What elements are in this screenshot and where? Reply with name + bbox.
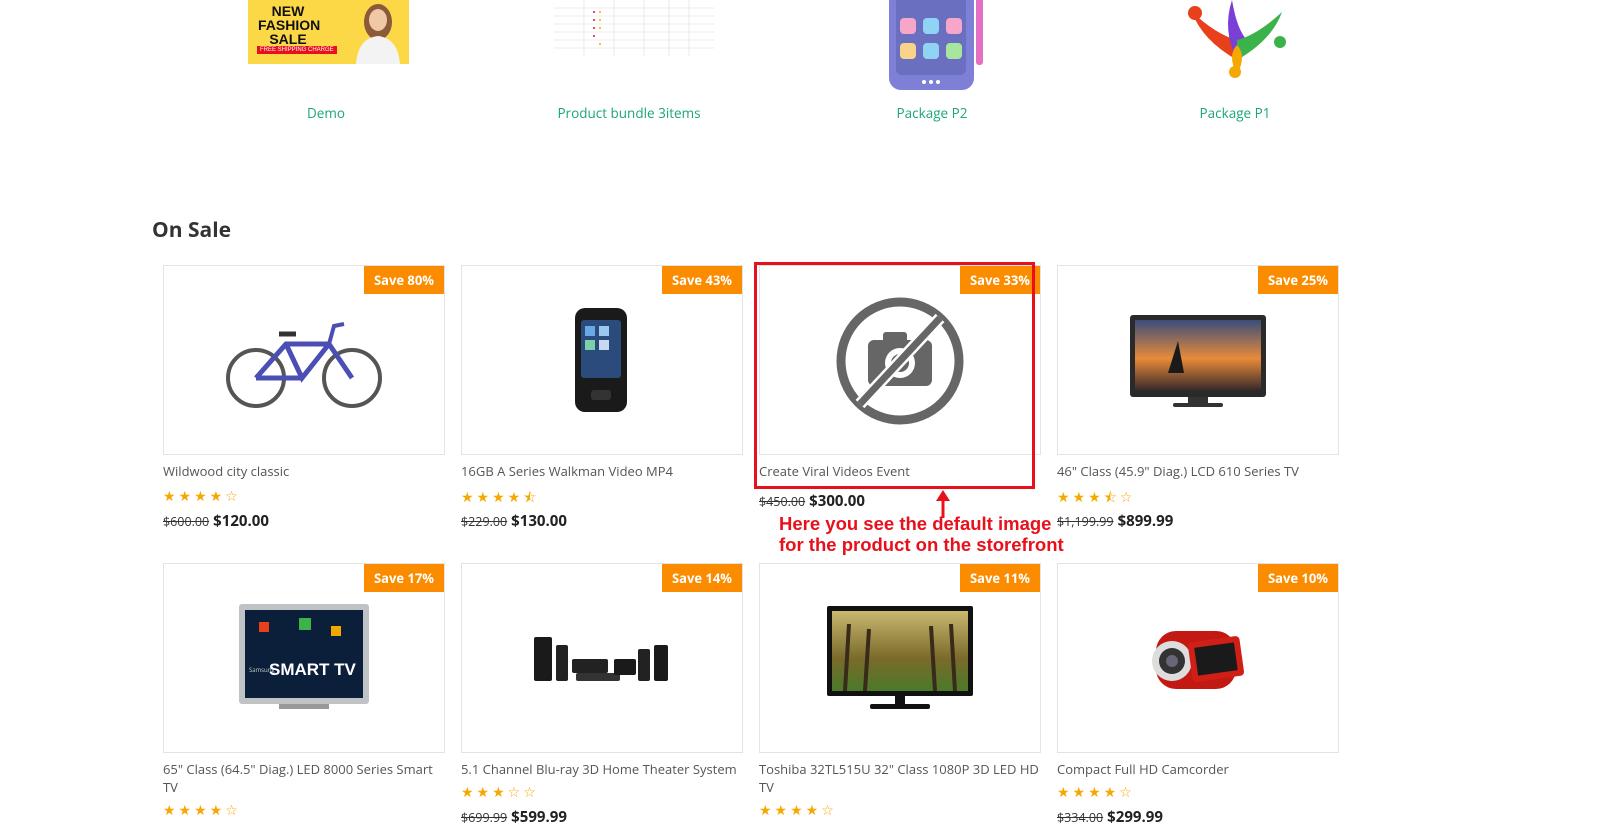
bicycle-icon: [226, 322, 382, 408]
product-name[interactable]: 16GB A Series Walkman Video MP4: [461, 462, 747, 480]
old-price: $699.99: [461, 809, 508, 826]
old-price: $334.00: [1057, 809, 1104, 826]
category-label[interactable]: Demo: [226, 104, 426, 122]
category-label[interactable]: Product bundle 3items: [529, 104, 729, 122]
banner-subtext: FREE SHIPPING CHARGE: [257, 46, 337, 54]
rating-stars: ★★★★⯪: [461, 488, 540, 507]
product-image-box[interactable]: Save 43%: [461, 265, 743, 455]
sale-price: $299.99: [1107, 807, 1163, 827]
product-name[interactable]: Compact Full HD Camcorder: [1057, 760, 1343, 778]
woman-photo-icon: [356, 4, 400, 64]
tv-screen-text: SMART TV: [269, 660, 356, 679]
banner-headline: NEW FASHION SALE: [258, 3, 321, 47]
product-image-box[interactable]: Save 14%: [461, 563, 743, 753]
product-image-box[interactable]: Save 25%: [1057, 265, 1339, 455]
price-block: $600.00 $120.00: [163, 509, 269, 531]
product-image-box[interactable]: Save 11%: [759, 563, 1041, 753]
rating-stars: ★★★★☆: [759, 801, 837, 820]
product-image-box[interactable]: Save 10%: [1057, 563, 1339, 753]
product-name[interactable]: 46" Class (45.9" Diag.) LCD 610 Series T…: [1057, 462, 1343, 480]
category-label[interactable]: Package P1: [1135, 104, 1335, 122]
price-block: $699.99 $599.99: [461, 805, 567, 827]
product-name[interactable]: Wildwood city classic: [163, 462, 449, 480]
rating-stars: ★★★★☆: [163, 487, 241, 506]
rating-stars: ★★★☆☆: [461, 783, 539, 802]
table-screenshot-image[interactable]: [529, 0, 729, 95]
walkman-icon: [575, 308, 627, 412]
price-block: $229.00 $130.00: [461, 509, 567, 531]
old-price: $229.00: [461, 513, 508, 530]
highlight-box: [754, 262, 1035, 489]
product-name[interactable]: 65" Class (64.5" Diag.) LED 8000 Series …: [163, 760, 449, 796]
fashion-sale-banner-image[interactable]: NEW FASHION SALE FREE SHIPPING CHARGE: [226, 0, 426, 95]
product-name[interactable]: 5.1 Channel Blu-ray 3D Home Theater Syst…: [461, 760, 747, 778]
people-logo-image[interactable]: [1135, 0, 1335, 95]
product-image-box[interactable]: Save 80%: [163, 265, 445, 455]
sale-price: $130.00: [511, 511, 567, 531]
price-block: $334.00 $299.99: [1057, 805, 1163, 827]
section-title: On Sale: [152, 216, 232, 244]
price-block: $1,199.99 $899.99: [1057, 509, 1173, 531]
smart-tv-icon: Samsung SMART TV: [239, 604, 369, 714]
people-logo-icon: [1188, 0, 1286, 78]
price-block: $450.00 $300.00: [759, 489, 865, 511]
home-theater-icon: [534, 637, 668, 681]
tablet-device-icon: [889, 0, 983, 90]
sale-price: $599.99: [511, 807, 567, 827]
old-price: $1,199.99: [1057, 513, 1114, 530]
old-price: $600.00: [163, 513, 210, 530]
sale-price: $120.00: [213, 511, 269, 531]
table-preview-icon: [554, 0, 714, 60]
lcd-tv-icon: [1130, 315, 1266, 407]
tv-park-icon: [827, 606, 973, 709]
rating-stars: ★★★★☆: [163, 801, 241, 820]
annotation-text: Here you see the default image for the p…: [779, 513, 1064, 555]
sale-price: $300.00: [809, 491, 865, 511]
product-image-box[interactable]: Save 17% Samsung SMART TV: [163, 563, 445, 753]
rating-stars: ★★★★☆: [1057, 783, 1135, 802]
camcorder-icon: [1152, 631, 1245, 689]
rating-stars: ★★★⯪☆: [1057, 488, 1136, 507]
old-price: $450.00: [759, 493, 806, 510]
product-name[interactable]: Toshiba 32TL515U 32" Class 1080P 3D LED …: [759, 760, 1045, 796]
sale-price: $899.99: [1117, 511, 1174, 531]
tablet-image[interactable]: [832, 0, 1032, 95]
category-label[interactable]: Package P2: [832, 104, 1032, 122]
